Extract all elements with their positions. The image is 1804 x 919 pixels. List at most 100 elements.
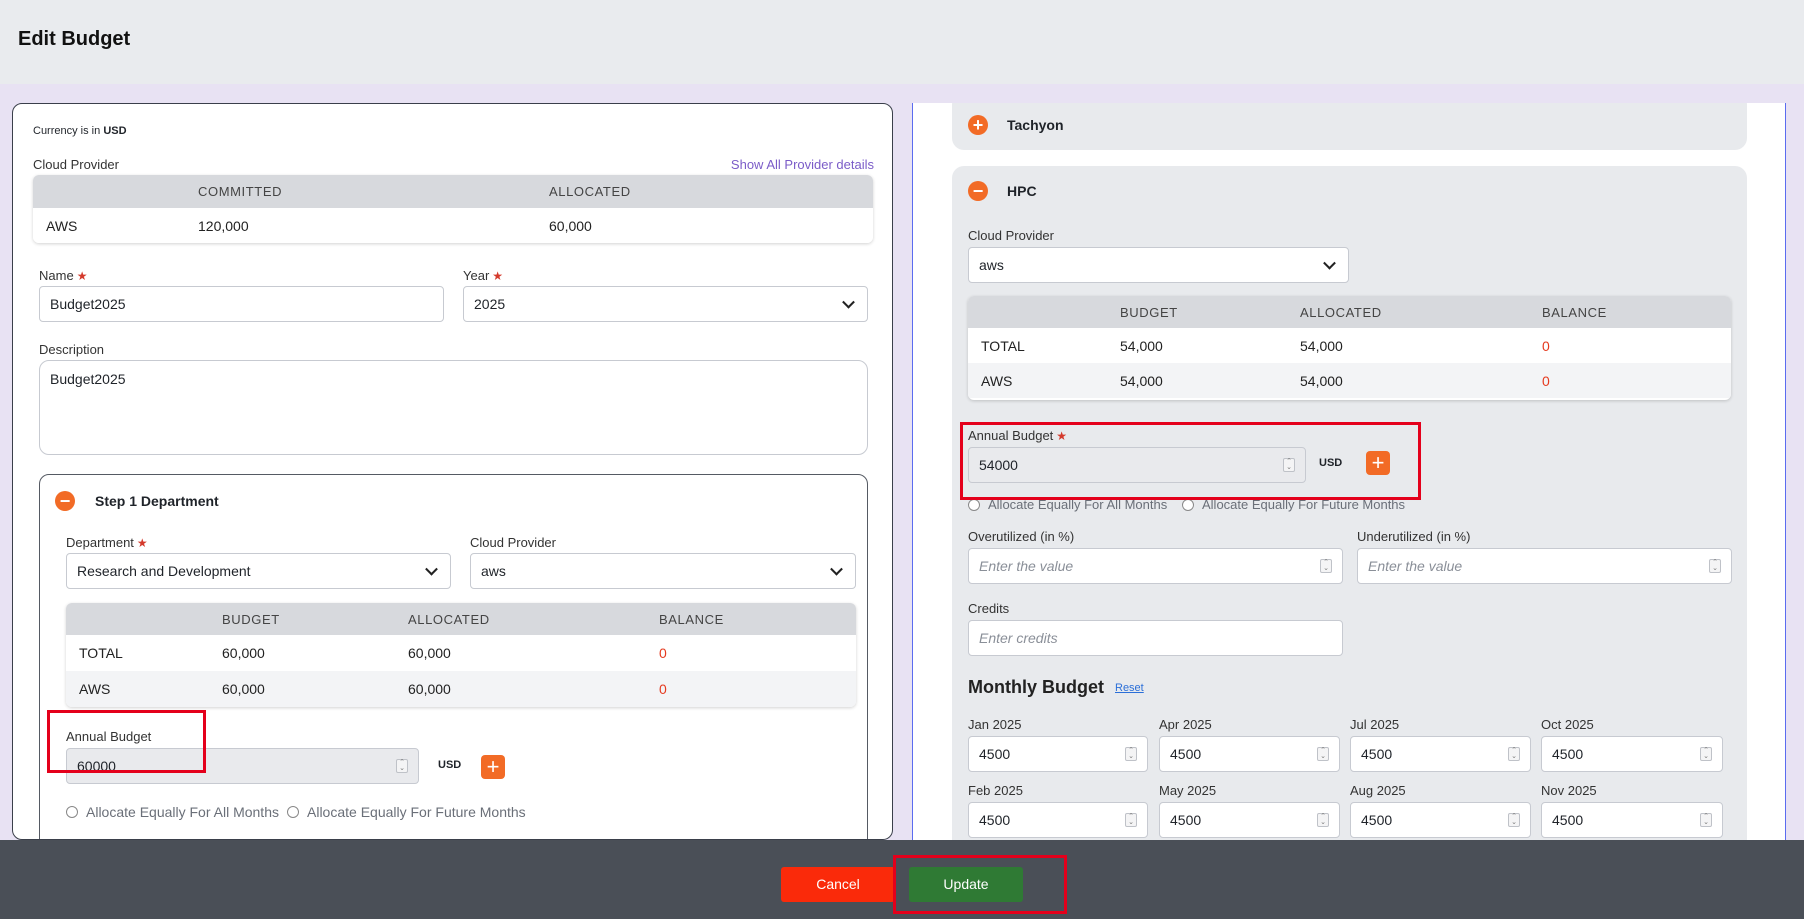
radio-icon [1182, 498, 1194, 511]
year-select[interactable]: 2025 [463, 286, 868, 322]
month-label: Jan 2025 [968, 717, 1022, 732]
cell-balance: 0 [659, 645, 667, 661]
spinner-icon[interactable]: ⌃ ⌄ [1508, 813, 1520, 827]
description-textarea[interactable]: Budget2025 [39, 360, 868, 455]
header-bar: Edit Budget [0, 0, 1804, 84]
cell-budget: 54,000 [1120, 338, 1163, 354]
highlight-update-button [893, 855, 1067, 914]
provider-table: COMMITTED ALLOCATED AWS 120,000 60,000 [33, 175, 873, 243]
spinner-icon[interactable]: ⌃ ⌄ [1320, 559, 1332, 573]
annual-budget-currency: USD [438, 759, 462, 771]
collapse-toggle-icon[interactable]: − [968, 181, 988, 201]
spinner-icon[interactable]: ⌃ ⌄ [1317, 747, 1329, 761]
spinner-icon[interactable]: ⌃ ⌄ [1125, 813, 1137, 827]
step-department-section: − Step 1 Department Department ★ Research… [39, 474, 868, 839]
chevron-down-icon [830, 562, 843, 576]
radio-icon [66, 806, 78, 818]
spinner-icon[interactable]: ⌃ ⌄ [1317, 813, 1329, 827]
header-allocated: ALLOCATED [549, 184, 631, 199]
credits-input[interactable]: Enter credits [968, 620, 1343, 656]
spinner-icon[interactable]: ⌃ ⌄ [1700, 747, 1712, 761]
spinner-icon[interactable]: ⌃ ⌄ [1125, 747, 1137, 761]
name-label: Name ★ [39, 268, 88, 283]
cell-allocated: 60,000 [408, 681, 451, 697]
cell-name: TOTAL [981, 338, 1025, 354]
cell-name: TOTAL [79, 645, 123, 661]
table-header: BUDGET ALLOCATED BALANCE [66, 603, 856, 635]
cancel-button[interactable]: Cancel [781, 867, 895, 902]
add-icon[interactable]: + [481, 755, 505, 779]
cloud-provider-label: Cloud Provider [33, 157, 119, 172]
month-input[interactable]: 4500 ⌃ ⌄ [1350, 736, 1531, 772]
table-header: COMMITTED ALLOCATED [33, 175, 873, 208]
cell-budget: 54,000 [1120, 373, 1163, 389]
spinner-icon[interactable]: ⌃ ⌄ [1709, 559, 1721, 573]
reset-link[interactable]: Reset [1115, 682, 1144, 694]
department-label: Department ★ [66, 535, 148, 550]
chevron-down-icon [842, 295, 855, 309]
table-row: AWS 60,000 60,000 0 [66, 671, 856, 707]
cell-balance: 0 [1542, 373, 1550, 389]
header-allocated: ALLOCATED [1300, 305, 1382, 320]
cell-balance: 0 [1542, 338, 1550, 354]
hpc-card: − HPC Cloud Provider aws BUDGET ALLOCATE… [952, 166, 1747, 840]
show-all-provider-link[interactable]: Show All Provider details [731, 157, 874, 172]
cell-budget: 60,000 [222, 645, 265, 661]
collapse-toggle-icon[interactable]: − [55, 491, 75, 511]
month-input[interactable]: 4500 ⌃ ⌄ [1541, 802, 1723, 838]
year-label: Year ★ [463, 268, 504, 283]
chevron-down-icon [425, 562, 438, 576]
month-label: Aug 2025 [1350, 783, 1406, 798]
department-select[interactable]: Research and Development [66, 553, 451, 589]
radio-allocate-future-months[interactable]: Allocate Equally For Future Months [287, 804, 526, 820]
underutilized-input[interactable]: Enter the value ⌃ ⌄ [1357, 548, 1732, 584]
page-title: Edit Budget [18, 28, 131, 50]
highlight-hpc-annual-budget [960, 422, 1421, 500]
step-title: Step 1 Department [95, 493, 219, 509]
header-balance: BALANCE [1542, 305, 1607, 320]
cell-balance: 0 [659, 681, 667, 697]
month-label: Feb 2025 [968, 783, 1023, 798]
credits-label: Credits [968, 601, 1010, 616]
spinner-icon[interactable]: ⌃ ⌄ [1700, 813, 1712, 827]
header-balance: BALANCE [659, 612, 724, 627]
expand-toggle-icon[interactable]: + [968, 115, 988, 135]
cell-name: AWS [981, 373, 1013, 389]
table-header: BUDGET ALLOCATED BALANCE [968, 296, 1731, 328]
description-label: Description [39, 342, 105, 357]
month-label: May 2025 [1159, 783, 1217, 798]
month-input[interactable]: 4500 ⌃ ⌄ [968, 802, 1148, 838]
table-row: AWS 120,000 60,000 [33, 208, 873, 243]
cell-committed: 120,000 [198, 218, 249, 234]
currency-prefix: Currency is in [33, 125, 101, 137]
month-label: Apr 2025 [1159, 717, 1212, 732]
month-label: Jul 2025 [1350, 717, 1400, 732]
header-committed: COMMITTED [198, 184, 283, 199]
radio-icon [287, 806, 299, 818]
step-cloud-provider-select[interactable]: aws [470, 553, 856, 589]
month-input[interactable]: 4500 ⌃ ⌄ [1159, 736, 1340, 772]
name-input[interactable]: Budget2025 [39, 286, 444, 322]
cell-allocated: 60,000 [408, 645, 451, 661]
spinner-icon[interactable]: ⌃ ⌄ [396, 759, 408, 773]
spinner-icon[interactable]: ⌃ ⌄ [1508, 747, 1520, 761]
overutilized-input[interactable]: Enter the value ⌃ ⌄ [968, 548, 1343, 584]
overutilized-label: Overutilized (in %) [968, 529, 1075, 544]
currency-code: USD [103, 125, 127, 137]
hpc-budget-table: BUDGET ALLOCATED BALANCE TOTAL 54,000 54… [968, 296, 1731, 400]
month-label: Oct 2025 [1541, 717, 1594, 732]
month-input[interactable]: 4500 ⌃ ⌄ [1159, 802, 1340, 838]
hpc-title: HPC [1007, 183, 1037, 199]
cell-allocated: 60,000 [549, 218, 592, 234]
month-input[interactable]: 4500 ⌃ ⌄ [968, 736, 1148, 772]
step-cloud-provider-label: Cloud Provider [470, 535, 556, 550]
tachyon-card: + Tachyon [952, 103, 1747, 150]
tachyon-title: Tachyon [1007, 117, 1064, 133]
hpc-cloud-provider-label: Cloud Provider [968, 228, 1054, 243]
month-input[interactable]: 4500 ⌃ ⌄ [1541, 736, 1723, 772]
hpc-cloud-provider-select[interactable]: aws [968, 247, 1349, 283]
month-input[interactable]: 4500 ⌃ ⌄ [1350, 802, 1531, 838]
radio-allocate-all-months[interactable]: Allocate Equally For All Months [66, 804, 279, 820]
table-row: TOTAL 60,000 60,000 0 [66, 635, 856, 671]
radio-icon [968, 498, 980, 511]
